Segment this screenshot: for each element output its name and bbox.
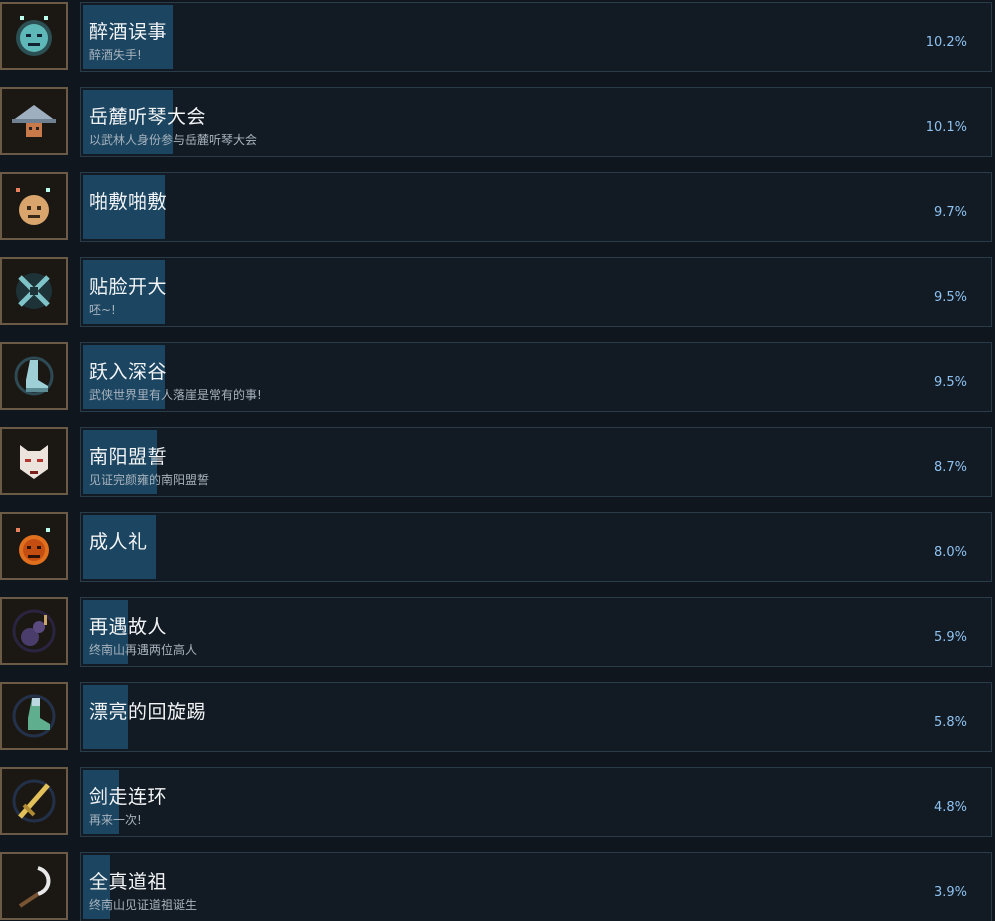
achievement-row[interactable]: 全真道祖 终南山见证道祖诞生 3.9% xyxy=(0,850,995,921)
unlock-percentage: 9.5% xyxy=(933,375,967,390)
achievement-row[interactable]: 啪敷啪敷 9.7% xyxy=(0,170,995,244)
achievement-description: 醉酒失手! xyxy=(89,48,142,62)
achievement-description: 以武林人身份参与岳麓听琴大会 xyxy=(89,133,258,147)
achievement-description: 终南山再遇两位高人 xyxy=(89,643,198,657)
achievement-row[interactable]: 跃入深谷 武侠世界里有人落崖是常有的事! 9.5% xyxy=(0,340,995,414)
gourd-icon xyxy=(0,597,68,665)
achievement-row[interactable]: 岳麓听琴大会 以武林人身份参与岳麓听琴大会 10.1% xyxy=(0,85,995,159)
smiling-face-icon xyxy=(0,172,68,240)
achievement-card: 南阳盟誓 见证完颜雍的南阳盟誓 8.7% xyxy=(80,427,992,497)
achievement-row[interactable]: 南阳盟誓 见证完颜雍的南阳盟誓 8.7% xyxy=(0,425,995,499)
achievement-row[interactable]: 贴脸开大 呸~! 9.5% xyxy=(0,255,995,329)
achievement-title: 岳麓听琴大会 xyxy=(89,106,207,128)
achievement-card: 岳麓听琴大会 以武林人身份参与岳麓听琴大会 10.1% xyxy=(80,87,992,157)
unlock-percentage: 10.1% xyxy=(925,120,967,135)
achievement-title: 跃入深谷 xyxy=(89,361,168,383)
kick-boot-icon xyxy=(0,682,68,750)
angry-face-icon xyxy=(0,512,68,580)
crossed-arrows-icon xyxy=(0,257,68,325)
unlock-percentage: 10.2% xyxy=(925,35,967,50)
unlock-percentage: 8.0% xyxy=(933,545,967,560)
achievement-description: 武侠世界里有人落崖是常有的事! xyxy=(89,388,262,402)
unlock-percentage: 9.7% xyxy=(933,205,967,220)
achievement-title: 漂亮的回旋踢 xyxy=(89,701,207,723)
achievement-description: 再来一次! xyxy=(89,813,142,827)
unlock-percentage: 5.8% xyxy=(933,715,967,730)
achievement-card: 贴脸开大 呸~! 9.5% xyxy=(80,257,992,327)
achievement-row[interactable]: 剑走连环 再来一次! 4.8% xyxy=(0,765,995,839)
achievement-card: 成人礼 8.0% xyxy=(80,512,992,582)
achievement-title: 再遇故人 xyxy=(89,616,168,638)
mask-icon xyxy=(0,427,68,495)
achievement-card: 剑走连环 再来一次! 4.8% xyxy=(80,767,992,837)
unlock-percentage: 8.7% xyxy=(933,460,967,475)
achievement-row[interactable]: 成人礼 8.0% xyxy=(0,510,995,584)
achievement-card: 再遇故人 终南山再遇两位高人 5.9% xyxy=(80,597,992,667)
achievement-title: 剑走连环 xyxy=(89,786,168,808)
achievement-card: 啪敷啪敷 9.7% xyxy=(80,172,992,242)
achievement-title: 南阳盟誓 xyxy=(89,446,168,468)
achievement-title: 啪敷啪敷 xyxy=(89,191,168,213)
achievement-card: 全真道祖 终南山见证道祖诞生 3.9% xyxy=(80,852,992,921)
achievement-list: 醉酒误事 醉酒失手! 10.2% 岳麓听琴大会 以武林人身份参与岳麓听琴大会 1… xyxy=(0,0,995,921)
boot-icon xyxy=(0,342,68,410)
sword-icon xyxy=(0,767,68,835)
achievement-title: 贴脸开大 xyxy=(89,276,168,298)
straw-hat-icon xyxy=(0,87,68,155)
achievement-card: 漂亮的回旋踢 5.8% xyxy=(80,682,992,752)
achievement-description: 终南山见证道祖诞生 xyxy=(89,898,198,912)
achievement-description: 呸~! xyxy=(89,303,116,317)
drunk-face-icon xyxy=(0,2,68,70)
unlock-percentage: 9.5% xyxy=(933,290,967,305)
achievement-title: 成人礼 xyxy=(89,531,148,553)
achievement-card: 跃入深谷 武侠世界里有人落崖是常有的事! 9.5% xyxy=(80,342,992,412)
achievement-row[interactable]: 醉酒误事 醉酒失手! 10.2% xyxy=(0,0,995,74)
unlock-percentage: 3.9% xyxy=(933,885,967,900)
achievement-row[interactable]: 再遇故人 终南山再遇两位高人 5.9% xyxy=(0,595,995,669)
achievement-card: 醉酒误事 醉酒失手! 10.2% xyxy=(80,2,992,72)
unlock-percentage: 4.8% xyxy=(933,800,967,815)
whisk-icon xyxy=(0,852,68,920)
achievement-description: 见证完颜雍的南阳盟誓 xyxy=(89,473,210,487)
unlock-percentage: 5.9% xyxy=(933,630,967,645)
achievement-title: 醉酒误事 xyxy=(89,21,168,43)
achievement-title: 全真道祖 xyxy=(89,871,168,893)
achievement-row[interactable]: 漂亮的回旋踢 5.8% xyxy=(0,680,995,754)
